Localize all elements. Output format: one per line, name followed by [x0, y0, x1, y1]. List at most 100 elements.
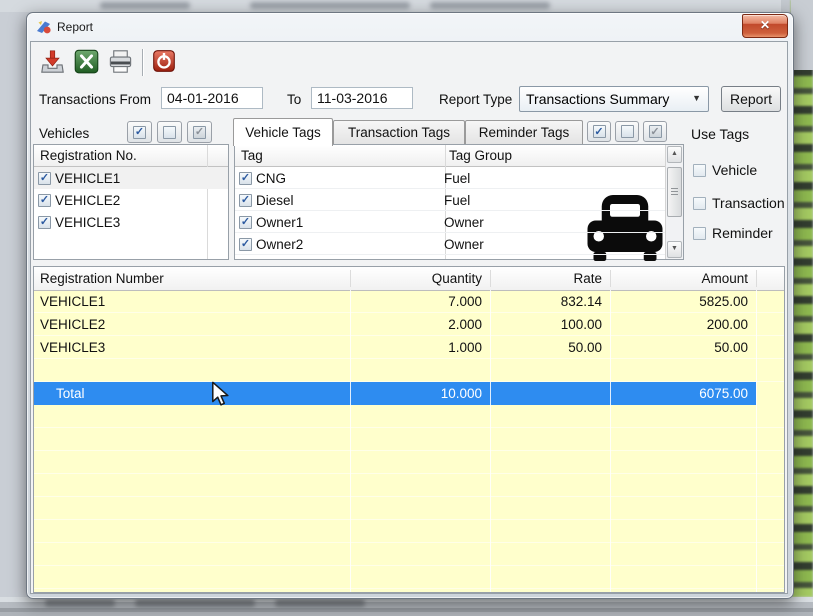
column-divider [756, 290, 757, 592]
tab-transaction-tags[interactable]: Transaction Tags [333, 120, 465, 145]
exit-button[interactable] [149, 47, 179, 77]
use-tags-label: Use Tags [691, 126, 749, 142]
export-report-button[interactable] [37, 47, 67, 77]
row-divider [235, 210, 683, 211]
cell-registration: VEHICLE3 [34, 336, 350, 359]
row-divider [34, 358, 784, 359]
row-divider [235, 232, 683, 233]
column-divider [610, 290, 611, 592]
total-quantity: 10.000 [350, 382, 490, 405]
vehicles-check-all-button[interactable] [127, 121, 152, 143]
scroll-up-icon[interactable]: ▲ [667, 146, 682, 163]
use-tags-vehicle-option[interactable]: Vehicle [693, 162, 757, 178]
cell-rate: 100.00 [490, 313, 610, 336]
background-blur-text [275, 600, 365, 607]
cell-amount: 200.00 [610, 313, 756, 336]
checkbox-checked-icon [593, 125, 606, 138]
report-type-select[interactable]: Transactions Summary ▼ [519, 86, 709, 112]
cell-quantity: 7.000 [350, 290, 490, 313]
report-result-table: Registration Number Quantity Rate Amount… [33, 266, 785, 593]
checkbox-unchecked-icon[interactable] [693, 227, 706, 240]
total-rate [490, 382, 610, 405]
scroll-down-icon[interactable]: ▼ [667, 241, 682, 258]
tag-name: CNG [256, 171, 444, 186]
app-logo-icon [36, 19, 52, 35]
checkbox-unchecked-icon[interactable] [693, 197, 706, 210]
to-date-input[interactable] [311, 87, 413, 109]
cell-registration: VEHICLE1 [34, 290, 350, 313]
table-row[interactable]: VEHICLE1 7.000 832.14 5825.00 [34, 290, 784, 313]
background-parent-corner [791, 0, 813, 70]
export-excel-button[interactable] [71, 47, 101, 77]
tab-vehicle-tags[interactable]: Vehicle Tags [233, 118, 333, 146]
mouse-cursor [211, 381, 231, 407]
checkbox-checked-icon[interactable] [239, 194, 252, 207]
from-date-input[interactable] [161, 87, 263, 109]
vehicle-row[interactable]: VEHICLE1 [34, 167, 228, 189]
window-title: Report [57, 20, 93, 34]
close-button[interactable]: ✕ [742, 14, 788, 38]
tag-row[interactable]: CNG Fuel [235, 167, 683, 189]
checkbox-checked-icon[interactable] [38, 172, 51, 185]
vehicle-name: VEHICLE3 [55, 215, 120, 230]
tags-toggle-button[interactable] [643, 121, 667, 142]
dialog-titlebar[interactable]: Report ✕ [27, 13, 793, 41]
column-divider [490, 290, 491, 592]
scrollbar-thumb[interactable] [667, 167, 682, 217]
car-icon [587, 195, 663, 261]
tab-reminder-tags[interactable]: Reminder Tags [465, 120, 583, 145]
use-tags-reminder-option[interactable]: Reminder [693, 225, 773, 241]
checkbox-checked-icon[interactable] [239, 238, 252, 251]
background-parent-list [791, 0, 813, 597]
tag-group: Fuel [444, 193, 470, 208]
cell-rate: 50.00 [490, 336, 610, 359]
total-amount: 6075.00 [610, 382, 756, 405]
report-type-label: Report Type [439, 92, 512, 107]
vehicle-name: VEHICLE1 [55, 171, 120, 186]
row-divider [34, 381, 784, 382]
checkbox-checked-icon[interactable] [38, 194, 51, 207]
print-button[interactable] [105, 47, 135, 77]
vehicle-list-panel: Registration No. VEHICLE1 VEHICLE2 VEHIC… [33, 144, 229, 260]
use-tags-reminder-label: Reminder [712, 225, 773, 241]
vehicle-name: VEHICLE2 [55, 193, 120, 208]
export-excel-icon [73, 48, 100, 75]
background-blur-text [100, 2, 190, 9]
cell-quantity: 1.000 [350, 336, 490, 359]
vehicle-row[interactable]: VEHICLE2 [34, 189, 228, 211]
header-divider [610, 270, 611, 287]
column-divider [350, 290, 351, 592]
exit-icon [151, 48, 177, 74]
use-tags-vehicle-label: Vehicle [712, 162, 757, 178]
cell-amount: 50.00 [610, 336, 756, 359]
checkbox-unchecked-icon[interactable] [693, 164, 706, 177]
report-button[interactable]: Report [721, 86, 781, 112]
row-divider [34, 335, 784, 336]
tag-name: Owner2 [256, 237, 444, 252]
col-registration-number: Registration Number [34, 267, 350, 290]
checkbox-checked-icon[interactable] [38, 216, 51, 229]
col-quantity: Quantity [350, 267, 490, 290]
row-divider [34, 312, 784, 313]
use-tags-transaction-label: Transaction [712, 195, 785, 211]
vehicles-label: Vehicles [39, 126, 89, 141]
tags-check-all-button[interactable] [587, 121, 611, 142]
tag-group: Owner [444, 237, 484, 252]
chevron-down-icon: ▼ [692, 93, 701, 103]
table-row[interactable]: VEHICLE2 2.000 100.00 200.00 [34, 313, 784, 336]
use-tags-transaction-option[interactable]: Transaction [693, 195, 785, 211]
vehicle-list-header: Registration No. [34, 145, 228, 167]
total-row[interactable]: Total 10.000 6075.00 [34, 382, 784, 405]
vehicles-uncheck-all-button[interactable] [157, 121, 182, 143]
table-row[interactable]: VEHICLE3 1.000 50.00 50.00 [34, 336, 784, 359]
vehicle-row[interactable]: VEHICLE3 [34, 211, 228, 233]
row-divider [235, 254, 683, 255]
checkbox-checked-icon[interactable] [239, 216, 252, 229]
report-table-header: Registration Number Quantity Rate Amount [34, 267, 784, 291]
tags-uncheck-all-button[interactable] [615, 121, 639, 142]
vehicles-toggle-button[interactable] [187, 121, 212, 143]
scrollbar-grip [671, 188, 678, 189]
checkbox-checked-icon[interactable] [239, 172, 252, 185]
report-dialog: Report ✕ [26, 12, 794, 599]
tag-table-scrollbar[interactable]: ▲ ▼ [665, 145, 683, 259]
